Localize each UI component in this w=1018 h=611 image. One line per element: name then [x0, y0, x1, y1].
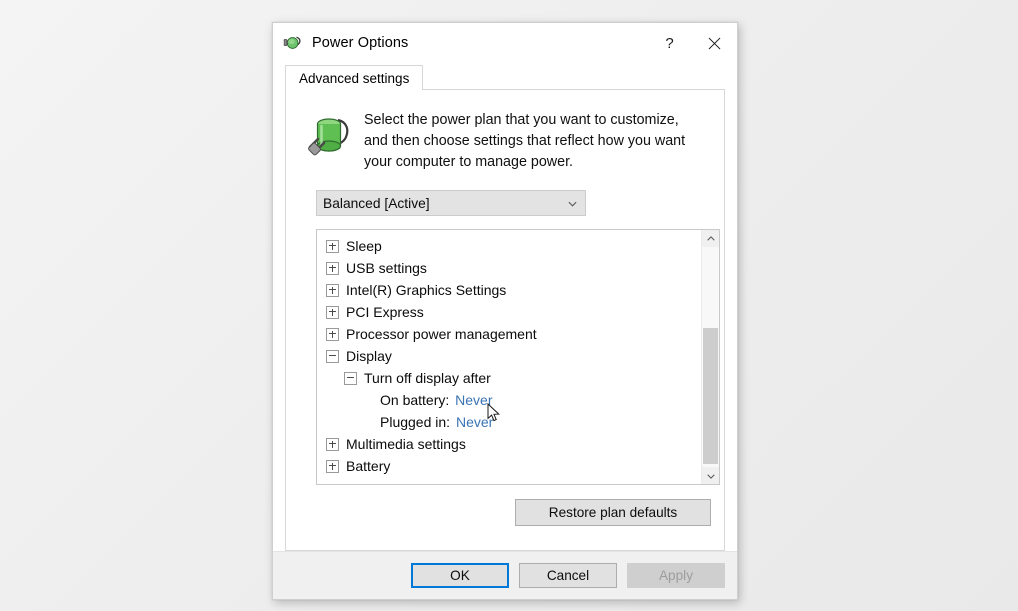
tree-row[interactable]: Multimedia settings	[317, 433, 701, 455]
ok-button[interactable]: OK	[411, 563, 509, 588]
tree-row[interactable]: Processor power management	[317, 323, 701, 345]
tree-row-label: USB settings	[346, 260, 427, 276]
tab-advanced-settings[interactable]: Advanced settings	[285, 65, 424, 90]
vertical-scrollbar[interactable]	[701, 230, 719, 484]
scrollbar-track[interactable]	[702, 247, 719, 467]
tree-row[interactable]: Plugged in: Never	[317, 411, 701, 433]
tree-row[interactable]: PCI Express	[317, 301, 701, 323]
battery-with-power-cord-icon	[308, 110, 352, 162]
tree-row-label: Intel(R) Graphics Settings	[346, 282, 507, 298]
advanced-settings-panel: Select the power plan that you want to c…	[285, 89, 725, 551]
tree-row[interactable]: USB settings	[317, 257, 701, 279]
settings-listbox[interactable]: Sleep USB settings Intel(R) Graphics Setti…	[316, 229, 720, 485]
tree-row[interactable]: On battery: Never	[317, 389, 701, 411]
tree-row-label: On battery:	[380, 392, 450, 408]
chevron-up-icon[interactable]	[702, 230, 719, 247]
expand-icon[interactable]	[326, 327, 339, 341]
tree-row-label: Sleep	[346, 238, 382, 254]
tree-row[interactable]: Sleep	[317, 235, 701, 257]
settings-tree-wrap: Sleep USB settings Intel(R) Graphics Setti…	[316, 229, 724, 485]
chevron-down-icon	[559, 191, 585, 215]
tree-row-label: Battery	[346, 458, 391, 474]
apply-button: Apply	[627, 563, 725, 588]
intro-text: Select the power plan that you want to c…	[364, 112, 686, 170]
expand-icon[interactable]	[326, 261, 339, 275]
tab-label: Advanced settings	[299, 70, 410, 86]
expand-icon[interactable]	[326, 283, 339, 297]
tree-row[interactable]: Turn off display after	[317, 367, 701, 389]
close-icon[interactable]	[692, 23, 737, 63]
plan-select-wrap: Balanced [Active]	[316, 190, 724, 216]
intro-block: Select the power plan that you want to c…	[308, 108, 704, 173]
power-plan-value: Balanced [Active]	[323, 195, 430, 211]
tree-row-label: Plugged in:	[380, 414, 451, 430]
tree-row-label: Processor power management	[346, 326, 537, 342]
restore-plan-defaults-button[interactable]: Restore plan defaults	[515, 499, 711, 526]
tree-row-label: PCI Express	[346, 304, 424, 320]
expand-icon[interactable]	[326, 239, 339, 253]
scrollbar-thumb[interactable]	[703, 328, 718, 464]
power-plan-dropdown[interactable]: Balanced [Active]	[316, 190, 586, 216]
window-title: Power Options	[312, 35, 409, 51]
expand-icon[interactable]	[326, 305, 339, 319]
tree-row[interactable]: Intel(R) Graphics Settings	[317, 279, 701, 301]
title-bar: Power Options ?	[273, 23, 737, 63]
chevron-down-icon[interactable]	[702, 467, 719, 484]
settings-tree: Sleep USB settings Intel(R) Graphics Setti…	[317, 230, 701, 484]
tree-row[interactable]: Battery	[317, 455, 701, 477]
tree-row-label: Turn off display after	[364, 370, 491, 386]
tree-row[interactable]: Display	[317, 345, 701, 367]
tree-row-label: Multimedia settings	[346, 436, 466, 452]
help-button[interactable]: ?	[647, 23, 692, 63]
power-plug-battery-icon	[283, 33, 303, 53]
tree-row-value[interactable]: Never	[455, 392, 492, 408]
tree-row-label: Display	[346, 348, 392, 364]
collapse-icon[interactable]	[326, 349, 339, 363]
dialog-footer: OK Cancel Apply	[273, 551, 737, 599]
cancel-button[interactable]: Cancel	[519, 563, 617, 588]
collapse-icon[interactable]	[344, 371, 357, 385]
restore-row: Restore plan defaults	[286, 499, 711, 526]
title-bar-buttons: ?	[647, 23, 737, 63]
power-options-dialog: Power Options ? Advanced settings Select…	[272, 22, 738, 600]
expand-icon[interactable]	[326, 437, 339, 451]
tab-strip: Advanced settings	[273, 63, 737, 90]
expand-icon[interactable]	[326, 459, 339, 473]
tree-row-value[interactable]: Never	[456, 414, 493, 430]
